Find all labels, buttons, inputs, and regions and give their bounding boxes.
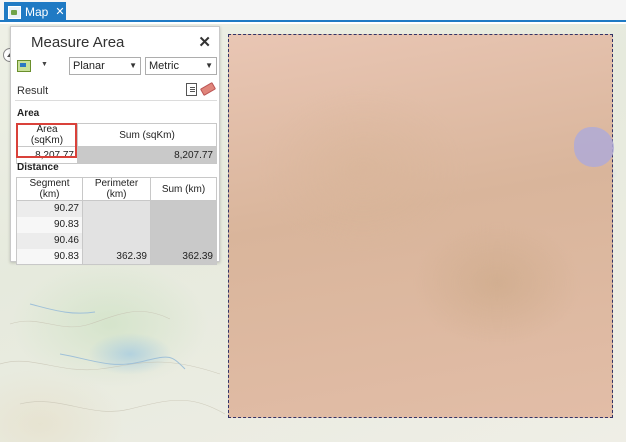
unit-dropdown-value: Metric [149,60,179,72]
area-sum-value: 8,207.77 [77,146,217,164]
distance-table: Segment (km) Perimeter (km) Sum (km) 90.… [16,177,217,265]
mode-dropdown[interactable]: Planar ▼ [69,57,141,75]
table-row: 90.27 [16,200,217,217]
measure-area-pane: Measure Area ✕ ▼ Planar ▼ Metric ▼ Resul… [10,26,220,265]
measured-area-polygon [228,34,614,418]
lake-feature [574,127,614,167]
tab-map-label: Map [25,5,49,19]
chevron-down-icon: ▼ [129,61,137,70]
segment-value: 90.46 [16,232,83,249]
tab-map[interactable]: Map ✕ [4,2,66,22]
pane-title: Measure Area [31,33,125,51]
segment-column-header: Segment (km) [16,177,83,201]
table-row: 90.46 [16,232,217,249]
tool-menu-chevron-down-icon[interactable]: ▼ [41,61,48,68]
segment-value: 90.27 [16,200,83,217]
perimeter-column-header: Perimeter (km) [82,177,151,201]
distance-sum-value: 362.39 [150,248,217,265]
sum-km-column-header: Sum (km) [150,177,217,201]
chevron-down-icon: ▼ [205,61,213,70]
result-label: Result [17,85,49,97]
perimeter-value: 362.39 [82,248,151,265]
area-column-header: Area (sqKm) [16,123,78,147]
unit-dropdown[interactable]: Metric ▼ [145,57,217,75]
area-table: Area (sqKm) Sum (sqKm) 8,207.77 8,207.77 [16,123,217,164]
distance-section-label: Distance [17,162,59,173]
segment-value: 90.83 [16,216,83,233]
polygon-area-icon[interactable] [17,58,35,74]
result-header: Result [15,81,217,101]
sum-column-header: Sum (sqKm) [77,123,217,147]
segment-value: 90.83 [16,248,83,265]
eraser-icon[interactable] [199,82,217,96]
pane-header: Measure Area ✕ [11,27,219,57]
map-icon [8,5,21,19]
area-section-label: Area [17,108,40,119]
tab-close-icon[interactable]: ✕ [55,6,64,18]
close-icon[interactable]: ✕ [198,33,211,51]
area-value: 8,207.77 [16,146,78,164]
table-row: 90.83 362.39 362.39 [16,248,217,265]
tab-bar: Map ✕ [0,0,626,22]
measure-toolbar: ▼ Planar ▼ Metric ▼ [17,57,217,75]
table-row: 90.83 [16,216,217,233]
copy-icon[interactable] [186,83,197,96]
mode-dropdown-value: Planar [73,60,105,72]
